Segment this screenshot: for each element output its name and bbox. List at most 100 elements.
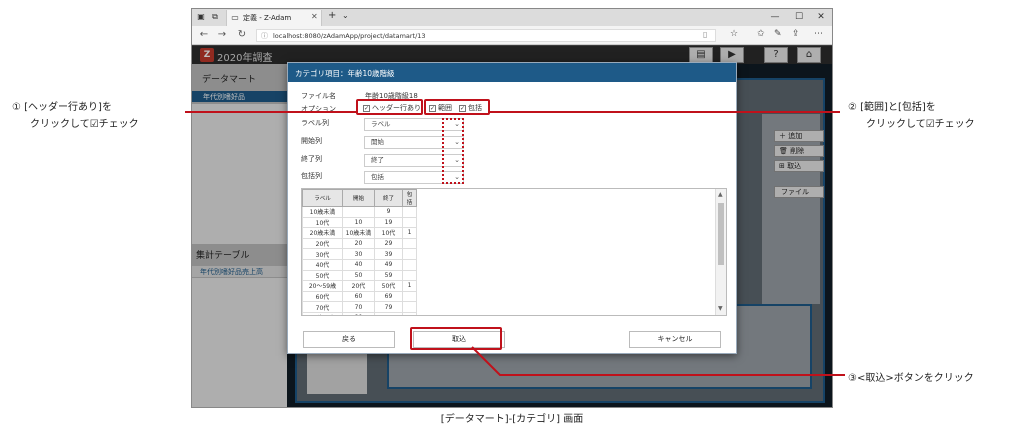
table-row: 10代 10 19: [302, 216, 417, 229]
table-cell: 80歳以上: [302, 311, 343, 315]
table-row: 30代 30 39: [302, 248, 417, 260]
table-cell: [402, 216, 417, 229]
figure-caption: [データマート]-[カテゴリ] 画面: [440, 414, 584, 425]
table-cell: 49: [374, 258, 403, 271]
close-window-icon[interactable]: ✕: [810, 10, 832, 24]
scroll-up-icon[interactable]: ▲: [718, 191, 723, 198]
table-cell: [402, 301, 417, 313]
browser-tab[interactable]: ▭ 定義 - Z-Adam ✕: [226, 10, 322, 26]
refresh-icon[interactable]: ↻: [236, 29, 248, 41]
start-column-label: 開始列: [301, 137, 322, 145]
minimize-icon[interactable]: —: [764, 10, 786, 24]
table-cell: [402, 290, 417, 303]
file-name-label: ファイル名: [301, 92, 336, 100]
table-cell: 10歳未満: [342, 227, 375, 239]
label-column-label: ラベル列: [301, 119, 329, 127]
table-cell: 10: [342, 216, 375, 229]
table-row: 20歳未満 10歳未満 10代 1: [302, 227, 417, 239]
table-row: 20～59歳 20代 50代 1: [302, 280, 417, 292]
info-icon[interactable]: ⓘ: [261, 31, 268, 41]
range-include-highlight: [424, 99, 490, 115]
share-icon[interactable]: ⇪: [792, 29, 800, 39]
table-cell: 70代: [302, 301, 343, 313]
address-bar[interactable]: ⓘ localhost:8080/zAdamApp/project/datama…: [256, 29, 716, 42]
more-icon[interactable]: ⋯: [814, 29, 823, 39]
table-cell: 50代: [302, 269, 343, 282]
table-cell: 60: [342, 290, 375, 303]
url-text[interactable]: localhost:8080/zAdamApp/project/datamart…: [273, 32, 426, 40]
table-cell: 20歳未満: [302, 227, 343, 239]
column-header: ラベル: [302, 189, 343, 207]
table-cell: 50: [342, 269, 375, 282]
table-cell: 20: [342, 237, 375, 250]
notes-icon[interactable]: ✎: [774, 29, 782, 39]
table-cell: 29: [374, 237, 403, 250]
table-cell: 20代: [342, 280, 375, 292]
table-cell: 20～59歳: [302, 280, 343, 292]
table-cell: [402, 206, 417, 218]
table-cell: 80: [342, 311, 375, 315]
table-row: 40代 40 49: [302, 258, 417, 271]
annotation-2-line2: クリックして☑チェック: [866, 119, 975, 130]
table-cell: 1: [402, 280, 417, 292]
grid-scrollbar[interactable]: ▲ ▼: [715, 189, 726, 315]
tab-actions-icon[interactable]: ▣: [196, 12, 206, 22]
table-row: 20代 20 29: [302, 237, 417, 250]
column-select-highlight: [442, 118, 464, 184]
reading-view-icon[interactable]: ▯: [703, 30, 707, 39]
table-cell: 20代: [302, 237, 343, 250]
table-body: 10歳未満 9 10代 10 19 20歳未満 10歳未満 10代 1 20代 20 29 30代 30 3…: [302, 206, 417, 315]
table-cell: 40: [342, 258, 375, 271]
favorite-icon[interactable]: ☆: [730, 29, 738, 39]
tab-title: 定義 - Z-Adam: [243, 14, 292, 22]
table-cell: [402, 269, 417, 282]
table-cell: 10代: [374, 227, 403, 239]
favorites-icon[interactable]: ✩: [757, 29, 765, 39]
annotation-3: ③<取込>ボタンをクリック: [848, 373, 974, 384]
table-cell: 70: [342, 301, 375, 313]
back-button[interactable]: 戻る: [303, 331, 395, 348]
column-header: 包括: [402, 189, 417, 207]
callout-line-2: [489, 111, 840, 113]
table-cell: 69: [374, 290, 403, 303]
tab-back-icon[interactable]: ⧉: [210, 12, 220, 22]
table-row: 80歳以上80: [302, 311, 417, 315]
dialog-title: カテゴリ項目：年齢10歳階級: [295, 69, 395, 78]
table-cell: 10歳未満: [302, 206, 343, 218]
table-cell: 30: [342, 248, 375, 260]
tab-close-icon[interactable]: ✕: [311, 12, 318, 21]
table-cell: [342, 206, 375, 218]
include-column-label: 包括列: [301, 172, 322, 180]
tab-menu-icon[interactable]: ⌄: [342, 11, 349, 20]
table-cell: [402, 258, 417, 271]
table-cell: 39: [374, 248, 403, 260]
table-cell: 10代: [302, 216, 343, 229]
table-cell: 79: [374, 301, 403, 313]
callout-line-1: [185, 111, 357, 113]
new-tab-icon[interactable]: +: [328, 10, 336, 21]
maximize-icon[interactable]: ☐: [788, 10, 810, 24]
scroll-thumb[interactable]: [718, 203, 724, 265]
table-cell: [402, 237, 417, 250]
start-column-value: 開始: [371, 138, 384, 146]
header-option-highlight: [356, 99, 423, 115]
table-header-row: ラベル 開始 終了 包括: [302, 189, 417, 207]
back-icon[interactable]: ←: [198, 29, 210, 41]
table-row: 50代 50 59: [302, 269, 417, 282]
table-cell: 19: [374, 216, 403, 229]
scroll-down-icon[interactable]: ▼: [718, 305, 723, 312]
table-cell: 60代: [302, 290, 343, 303]
table-cell: 9: [374, 206, 403, 218]
column-header: 終了: [374, 189, 403, 207]
table-cell: 1: [402, 227, 417, 239]
preview-table: ラベル 開始 終了 包括 10歳未満 9 10代 10 19 20歳未満 10歳未満 10代 1 20代…: [302, 189, 417, 315]
end-column-label: 終了列: [301, 155, 322, 163]
label-column-value: ラベル: [371, 120, 391, 128]
forward-icon[interactable]: →: [216, 29, 228, 41]
table-cell: [402, 248, 417, 260]
table-cell: 40代: [302, 258, 343, 271]
table-cell: [402, 311, 417, 315]
annotation-2-line1: ② [範囲]と[包括]を: [848, 102, 936, 113]
table-row: 70代 70 79: [302, 301, 417, 313]
table-cell: 30代: [302, 248, 343, 260]
